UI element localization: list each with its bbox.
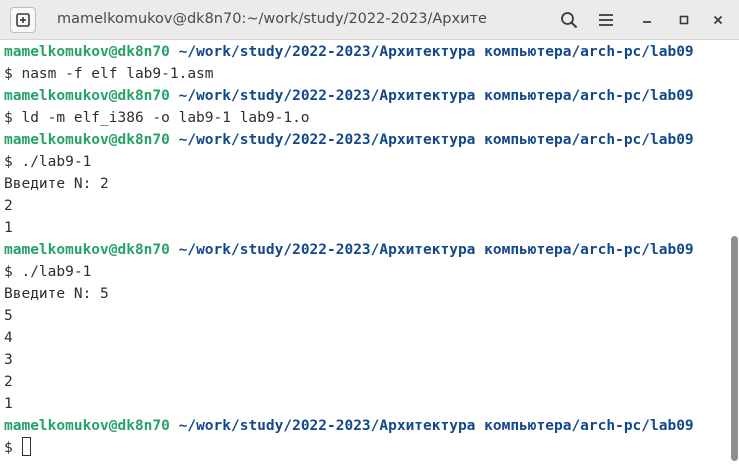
- prompt-user-host: mamelkomukov@dk8n70: [4, 88, 170, 104]
- window-title: mamelkomukov@dk8n70:~/work/study/2022-20…: [57, 11, 487, 27]
- input-line: $: [4, 437, 32, 459]
- prompt-user-host: mamelkomukov@dk8n70: [4, 418, 170, 434]
- output-line: 4: [4, 330, 13, 346]
- output-line: 2: [4, 374, 13, 390]
- prompt-user-host: mamelkomukov@dk8n70: [4, 242, 170, 258]
- command-line: $ ./lab9-1: [4, 154, 92, 170]
- scrollbar-thumb[interactable]: [731, 236, 738, 461]
- title-bar: mamelkomukov@dk8n70:~/work/study/2022-20…: [0, 0, 739, 40]
- terminal-output[interactable]: mamelkomukov@dk8n70 ~/work/study/2022-20…: [0, 40, 730, 468]
- output-line: 3: [4, 352, 13, 368]
- command-line: $ ./lab9-1: [4, 264, 92, 280]
- close-icon: [713, 15, 723, 25]
- new-tab-button[interactable]: [10, 7, 36, 33]
- close-button[interactable]: [706, 8, 730, 32]
- output-line: Введите N: 5: [4, 286, 109, 302]
- prompt-line: mamelkomukov@dk8n70 ~/work/study/2022-20…: [4, 85, 694, 107]
- prompt-path: ~/work/study/2022-2023/Архитектура компь…: [169, 44, 694, 60]
- output-line: Введите N: 2: [4, 176, 109, 192]
- search-button[interactable]: [557, 8, 581, 32]
- prompt-path: ~/work/study/2022-2023/Архитектура компь…: [169, 88, 694, 104]
- prompt-path: ~/work/study/2022-2023/Архитектура компь…: [169, 132, 694, 148]
- maximize-icon: [679, 15, 689, 25]
- new-tab-icon: [16, 13, 30, 27]
- terminal-window: mamelkomukov@dk8n70:~/work/study/2022-20…: [0, 0, 739, 468]
- output-line: 2: [4, 198, 13, 214]
- command-line: $ nasm -f elf lab9-1.asm: [4, 66, 214, 82]
- maximize-button[interactable]: [672, 8, 696, 32]
- prompt-line: mamelkomukov@dk8n70 ~/work/study/2022-20…: [4, 129, 694, 151]
- prompt-path: ~/work/study/2022-2023/Архитектура компь…: [169, 242, 694, 258]
- hamburger-menu-icon: [599, 14, 613, 26]
- command-line: $ ld -m elf_i386 -o lab9-1 lab9-1.o: [4, 110, 310, 126]
- search-icon: [561, 12, 578, 29]
- text-cursor[interactable]: [22, 437, 32, 456]
- minimize-button[interactable]: [635, 8, 659, 32]
- output-line: 5: [4, 308, 13, 324]
- prompt-line: mamelkomukov@dk8n70 ~/work/study/2022-20…: [4, 41, 694, 63]
- prompt-line: mamelkomukov@dk8n70 ~/work/study/2022-20…: [4, 415, 694, 437]
- menu-button[interactable]: [594, 8, 618, 32]
- prompt-path: ~/work/study/2022-2023/Архитектура компь…: [169, 418, 694, 434]
- prompt-symbol: $: [4, 440, 22, 456]
- minimize-icon: [643, 21, 651, 23]
- prompt-user-host: mamelkomukov@dk8n70: [4, 132, 170, 148]
- output-line: 1: [4, 220, 13, 236]
- output-line: 1: [4, 396, 13, 412]
- prompt-user-host: mamelkomukov@dk8n70: [4, 44, 170, 60]
- prompt-line: mamelkomukov@dk8n70 ~/work/study/2022-20…: [4, 239, 694, 261]
